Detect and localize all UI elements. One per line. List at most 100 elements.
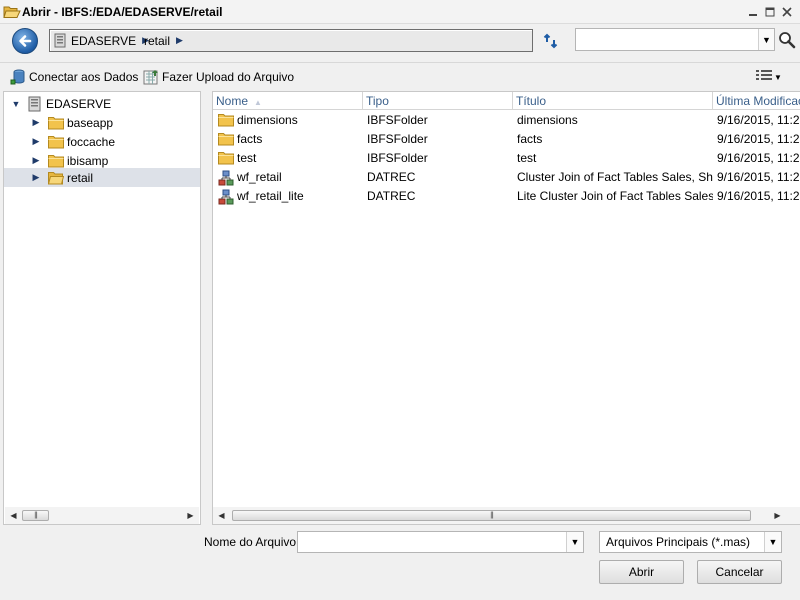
title-bar: Abrir - IBFS:/EDA/EDASERVE/retail	[0, 0, 800, 24]
server-icon	[54, 33, 66, 48]
column-header-title[interactable]: Título	[513, 92, 713, 110]
table-row[interactable]: facts IBFSFolder facts 9/16/2015, 11:2	[213, 130, 800, 149]
cell-type: IBFSFolder	[367, 151, 428, 165]
expand-arrow-icon[interactable]: ▼	[10, 99, 22, 109]
cell-name: test	[218, 149, 363, 168]
cell-name: wf_retail_lite	[218, 187, 363, 206]
folder-icon	[48, 116, 64, 130]
connect-data-button[interactable]: Conectar aos Dados	[10, 69, 138, 85]
table-row[interactable]: dimensions IBFSFolder dimensions 9/16/20…	[213, 111, 800, 130]
list-header: Nome ▲ Tipo Título Última Modificação	[213, 92, 800, 110]
column-label: Tipo	[366, 94, 389, 108]
cancel-button-label: Cancelar	[715, 565, 764, 579]
table-row[interactable]: wf_retail_lite DATREC Lite Cluster Join …	[213, 187, 800, 206]
window-title: Abrir - IBFS:/EDA/EDASERVE/retail	[22, 5, 223, 19]
open-button[interactable]: Abrir	[599, 560, 684, 584]
breadcrumb-label: EDASERVE	[71, 33, 137, 48]
upload-icon	[143, 69, 159, 85]
expand-arrow-icon[interactable]: ▶	[30, 172, 42, 183]
cell-name: facts	[218, 130, 363, 149]
refresh-icon[interactable]	[542, 32, 560, 50]
cancel-button[interactable]: Cancelar	[697, 560, 782, 584]
file-name: test	[237, 151, 257, 165]
chevron-down-icon: ▼	[774, 72, 782, 82]
cell-name: dimensions	[218, 111, 363, 130]
folder-icon	[218, 151, 234, 166]
cell-modified: 9/16/2015, 11:2	[717, 113, 800, 127]
column-header-name[interactable]: Nome ▲	[213, 92, 363, 110]
file-type-value: Arquivos Principais (*.mas)	[606, 535, 751, 549]
filename-input[interactable]: ▼	[297, 531, 584, 553]
cluster-synonym-icon	[218, 189, 234, 205]
file-type-select[interactable]: Arquivos Principais (*.mas) ▼	[599, 531, 782, 553]
folder-icon	[48, 154, 64, 168]
tree-item-label: ibisamp	[67, 153, 109, 168]
cell-modified: 9/16/2015, 11:2	[717, 151, 800, 165]
scrollbar-thumb[interactable]: |||	[232, 510, 751, 521]
scrollbar-thumb[interactable]: |||	[22, 510, 49, 521]
cell-type: IBFSFolder	[367, 113, 428, 127]
tree-item-baseapp[interactable]: ▶ baseapp	[30, 113, 114, 132]
upload-file-label: Fazer Upload do Arquivo	[162, 70, 295, 84]
cell-title: dimensions	[517, 113, 578, 127]
arrow-left-icon	[19, 35, 32, 47]
folder-open-icon	[47, 171, 65, 185]
cell-title: Lite Cluster Join of Fact Tables Sales a…	[517, 189, 713, 203]
scroll-left-icon[interactable]: ◀	[5, 507, 22, 524]
expand-arrow-icon[interactable]: ▶	[30, 136, 42, 147]
column-label: Última Modificação	[716, 94, 800, 108]
cell-modified: 9/16/2015, 11:2	[717, 189, 800, 203]
breadcrumb-label: retail	[144, 33, 171, 48]
tree-item-label: retail	[67, 170, 94, 185]
cell-modified: 9/16/2015, 11:2	[717, 170, 800, 184]
scroll-left-icon[interactable]: ◀	[213, 507, 230, 524]
file-name: dimensions	[237, 113, 298, 127]
pane-splitter[interactable]	[201, 91, 212, 525]
scroll-right-icon[interactable]: ▶	[182, 507, 199, 524]
cell-name: wf_retail	[218, 168, 363, 187]
chevron-down-icon[interactable]: ▼	[764, 532, 781, 552]
folder-tree: ▼ EDASERVE ▶ baseapp ▶ foccache ▶ ibisam	[3, 91, 201, 525]
expand-arrow-icon[interactable]: ▶	[30, 155, 42, 166]
maximize-icon[interactable]	[762, 4, 778, 20]
chevron-right-icon[interactable]: ▶	[176, 35, 183, 46]
search-input[interactable]: ▼	[575, 28, 775, 51]
tree-horizontal-scrollbar[interactable]: ◀ ||| ▶	[5, 507, 199, 524]
chevron-down-icon[interactable]: ▼	[758, 29, 774, 50]
server-icon	[28, 96, 42, 112]
close-icon[interactable]	[779, 4, 795, 20]
folder-icon	[218, 113, 234, 128]
breadcrumb-item-root[interactable]: EDASERVE ▶	[54, 30, 149, 51]
cell-type: DATREC	[367, 170, 416, 184]
navigation-bar: EDASERVE ▶ retail ▶ ▼	[0, 24, 800, 62]
search-icon[interactable]	[778, 31, 796, 49]
tree-item-label: foccache	[67, 134, 116, 149]
breadcrumb[interactable]: EDASERVE ▶ retail ▶	[49, 29, 533, 52]
table-row[interactable]: test IBFSFolder test 9/16/2015, 11:2	[213, 149, 800, 168]
back-button[interactable]	[12, 28, 38, 54]
tree-item-foccache[interactable]: ▶ foccache	[30, 132, 116, 151]
connect-data-label: Conectar aos Dados	[29, 70, 139, 84]
tree-item-root[interactable]: ▼ EDASERVE	[10, 94, 111, 113]
database-connect-icon	[10, 69, 26, 85]
folder-open-icon	[3, 4, 21, 20]
tree-item-retail[interactable]: ▶ retail	[4, 168, 200, 187]
cell-type: DATREC	[367, 189, 416, 203]
column-header-modified[interactable]: Última Modificação	[713, 92, 800, 110]
scroll-right-icon[interactable]: ▶	[769, 507, 786, 524]
table-row[interactable]: wf_retail DATREC Cluster Join of Fact Ta…	[213, 168, 800, 187]
chevron-down-icon[interactable]: ▼	[566, 532, 583, 552]
open-button-label: Abrir	[628, 565, 655, 579]
expand-arrow-icon[interactable]: ▶	[30, 117, 42, 128]
column-header-type[interactable]: Tipo	[363, 92, 513, 110]
column-label: Nome	[216, 94, 249, 108]
upload-file-button[interactable]: Fazer Upload do Arquivo	[143, 69, 294, 85]
breadcrumb-item-current[interactable]: retail ▶	[144, 30, 183, 51]
minimize-icon[interactable]	[745, 4, 761, 20]
list-horizontal-scrollbar[interactable]: ◀ ||| ▶	[213, 507, 800, 524]
file-list: Nome ▲ Tipo Título Última Modificação dim…	[212, 91, 800, 525]
view-options-button[interactable]: ▼	[755, 69, 782, 85]
cell-title: Cluster Join of Fact Tables Sales, Shipm…	[517, 170, 713, 184]
folder-icon	[48, 135, 64, 149]
tree-item-label: baseapp	[67, 115, 114, 130]
